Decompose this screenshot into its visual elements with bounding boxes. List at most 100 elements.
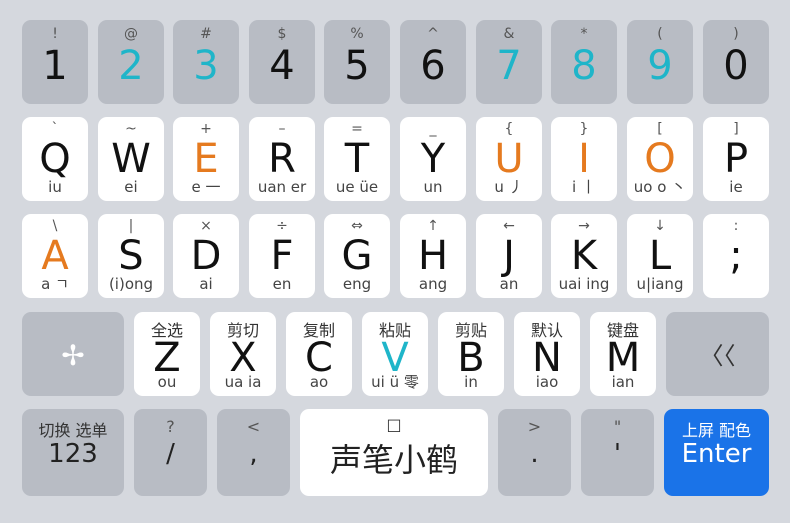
key-y-label: Y (420, 136, 446, 182)
key-c[interactable]: 复制 C ao (286, 312, 352, 396)
key-z[interactable]: 全选 Z ou (134, 312, 200, 396)
key-y[interactable]: _ Y un (400, 117, 466, 201)
key-7-label: 7 (496, 43, 522, 89)
key-slash[interactable]: ? / (134, 409, 207, 496)
key-k[interactable]: → K uai ing (551, 214, 617, 298)
key-semicolon[interactable]: : ; (703, 214, 769, 298)
key-2[interactable]: @ 2 (98, 20, 164, 104)
key-h-hint: ang (418, 275, 448, 293)
key-l[interactable]: ↓ L u|iang (627, 214, 693, 298)
key-r[interactable]: – R uan er (249, 117, 315, 201)
key-period-symbol: > (527, 417, 542, 436)
key-d[interactable]: × D ai (173, 214, 239, 298)
key-1-label: 1 (42, 43, 68, 89)
key-7-symbol: & (503, 26, 515, 42)
key-1-symbol: ! (52, 26, 58, 42)
key-e-label: E (193, 136, 219, 182)
key-3[interactable]: # 3 (173, 20, 239, 104)
key-0-symbol: ) (733, 26, 739, 42)
key-v[interactable]: 粘贴 V ui ü 零 (362, 312, 428, 396)
key-w-label: W (111, 136, 151, 182)
key-b[interactable]: 剪贴 B in (438, 312, 504, 396)
key-h[interactable]: ↑ H ang (400, 214, 466, 298)
key-period[interactable]: > . (498, 409, 571, 496)
key-x-hint: ua ia (224, 373, 262, 391)
key-m-hint: ian (611, 373, 635, 391)
key-x[interactable]: 剪切 X ua ia (210, 312, 276, 396)
key-o-hint: uo o 丶 (633, 178, 687, 196)
key-f-hint: en (272, 275, 292, 293)
enter-key-label: Enter (681, 439, 752, 469)
shift-icon: ✢ (61, 339, 85, 372)
key-t-label: T (344, 136, 370, 182)
key-comma[interactable]: < , (217, 409, 290, 496)
key-8[interactable]: * 8 (551, 20, 617, 104)
key-j-label: J (503, 233, 515, 279)
enter-key-action: 上屏 配色 (681, 421, 752, 440)
key-0-label: 0 (723, 43, 749, 89)
key-k-hint: uai ing (558, 275, 610, 293)
key-6-label: 6 (420, 43, 446, 89)
key-1[interactable]: ! 1 (22, 20, 88, 104)
key-q-hint: iu (48, 178, 62, 196)
shift-key[interactable]: ✢ (22, 312, 124, 396)
key-slash-label: / (166, 439, 175, 469)
key-a[interactable]: \ A a ㄱ (22, 214, 88, 298)
key-l-hint: u|iang (636, 275, 684, 293)
key-u[interactable]: { U u 丿 (476, 117, 542, 201)
key-semicolon-label: ; (729, 233, 743, 279)
key-9-symbol: ( (657, 26, 663, 42)
key-f-label: F (270, 233, 294, 279)
key-d-hint: ai (199, 275, 213, 293)
key-2-label: 2 (118, 43, 144, 89)
key-4[interactable]: $ 4 (249, 20, 315, 104)
key-h-label: H (417, 233, 449, 279)
key-m[interactable]: 键盘 M ian (590, 312, 656, 396)
key-s[interactable]: | S (i)ong (98, 214, 164, 298)
key-7[interactable]: & 7 (476, 20, 542, 104)
key-s-hint: (i)ong (108, 275, 154, 293)
key-2-symbol: @ (124, 26, 138, 42)
enter-key[interactable]: 上屏 配色 Enter (664, 409, 769, 496)
key-k-label: K (570, 233, 598, 279)
numeric-switch-key[interactable]: 切换 选单 123 (22, 409, 124, 496)
key-t[interactable]: = T ue üe (324, 117, 390, 201)
key-b-hint: in (464, 373, 478, 391)
key-g-label: G (341, 233, 373, 279)
key-0[interactable]: ) 0 (703, 20, 769, 104)
space-key-label: 声笔小鹤 (329, 441, 458, 479)
key-u-hint: u 丿 (494, 178, 524, 196)
key-apostrophe-symbol: " (613, 417, 622, 436)
key-i-label: I (578, 136, 590, 182)
numeric-switch-label: 123 (48, 439, 98, 469)
key-9[interactable]: ( 9 (627, 20, 693, 104)
key-8-symbol: * (580, 26, 588, 42)
key-g-hint: eng (342, 275, 372, 293)
space-key[interactable]: □ 声笔小鹤 (300, 409, 488, 496)
key-9-label: 9 (647, 43, 673, 89)
key-s-label: S (118, 233, 144, 279)
key-a-label: A (41, 233, 69, 279)
key-f[interactable]: ÷ F en (249, 214, 315, 298)
key-w[interactable]: ~ W ei (98, 117, 164, 201)
key-i[interactable]: } I i 丨 (551, 117, 617, 201)
key-3-label: 3 (193, 43, 219, 89)
key-r-label: R (268, 136, 296, 182)
key-e[interactable]: + E e 一 (173, 117, 239, 201)
backspace-key[interactable]: 〈〈 (666, 312, 769, 396)
key-apostrophe-label: ' (613, 439, 622, 469)
key-4-label: 4 (269, 43, 295, 89)
key-5[interactable]: % 5 (324, 20, 390, 104)
key-l-label: L (648, 233, 672, 279)
key-q[interactable]: ` Q iu (22, 117, 88, 201)
key-n[interactable]: 默认 N iao (514, 312, 580, 396)
key-p-label: P (723, 136, 749, 182)
key-apostrophe[interactable]: " ' (581, 409, 654, 496)
key-j[interactable]: ← J an (476, 214, 542, 298)
key-o[interactable]: [ O uo o 丶 (627, 117, 693, 201)
key-i-hint: i 丨 (572, 178, 596, 196)
key-p[interactable]: ] P ie (703, 117, 769, 201)
key-g[interactable]: ⇔ G eng (324, 214, 390, 298)
key-y-hint: un (423, 178, 443, 196)
key-6[interactable]: ^ 6 (400, 20, 466, 104)
